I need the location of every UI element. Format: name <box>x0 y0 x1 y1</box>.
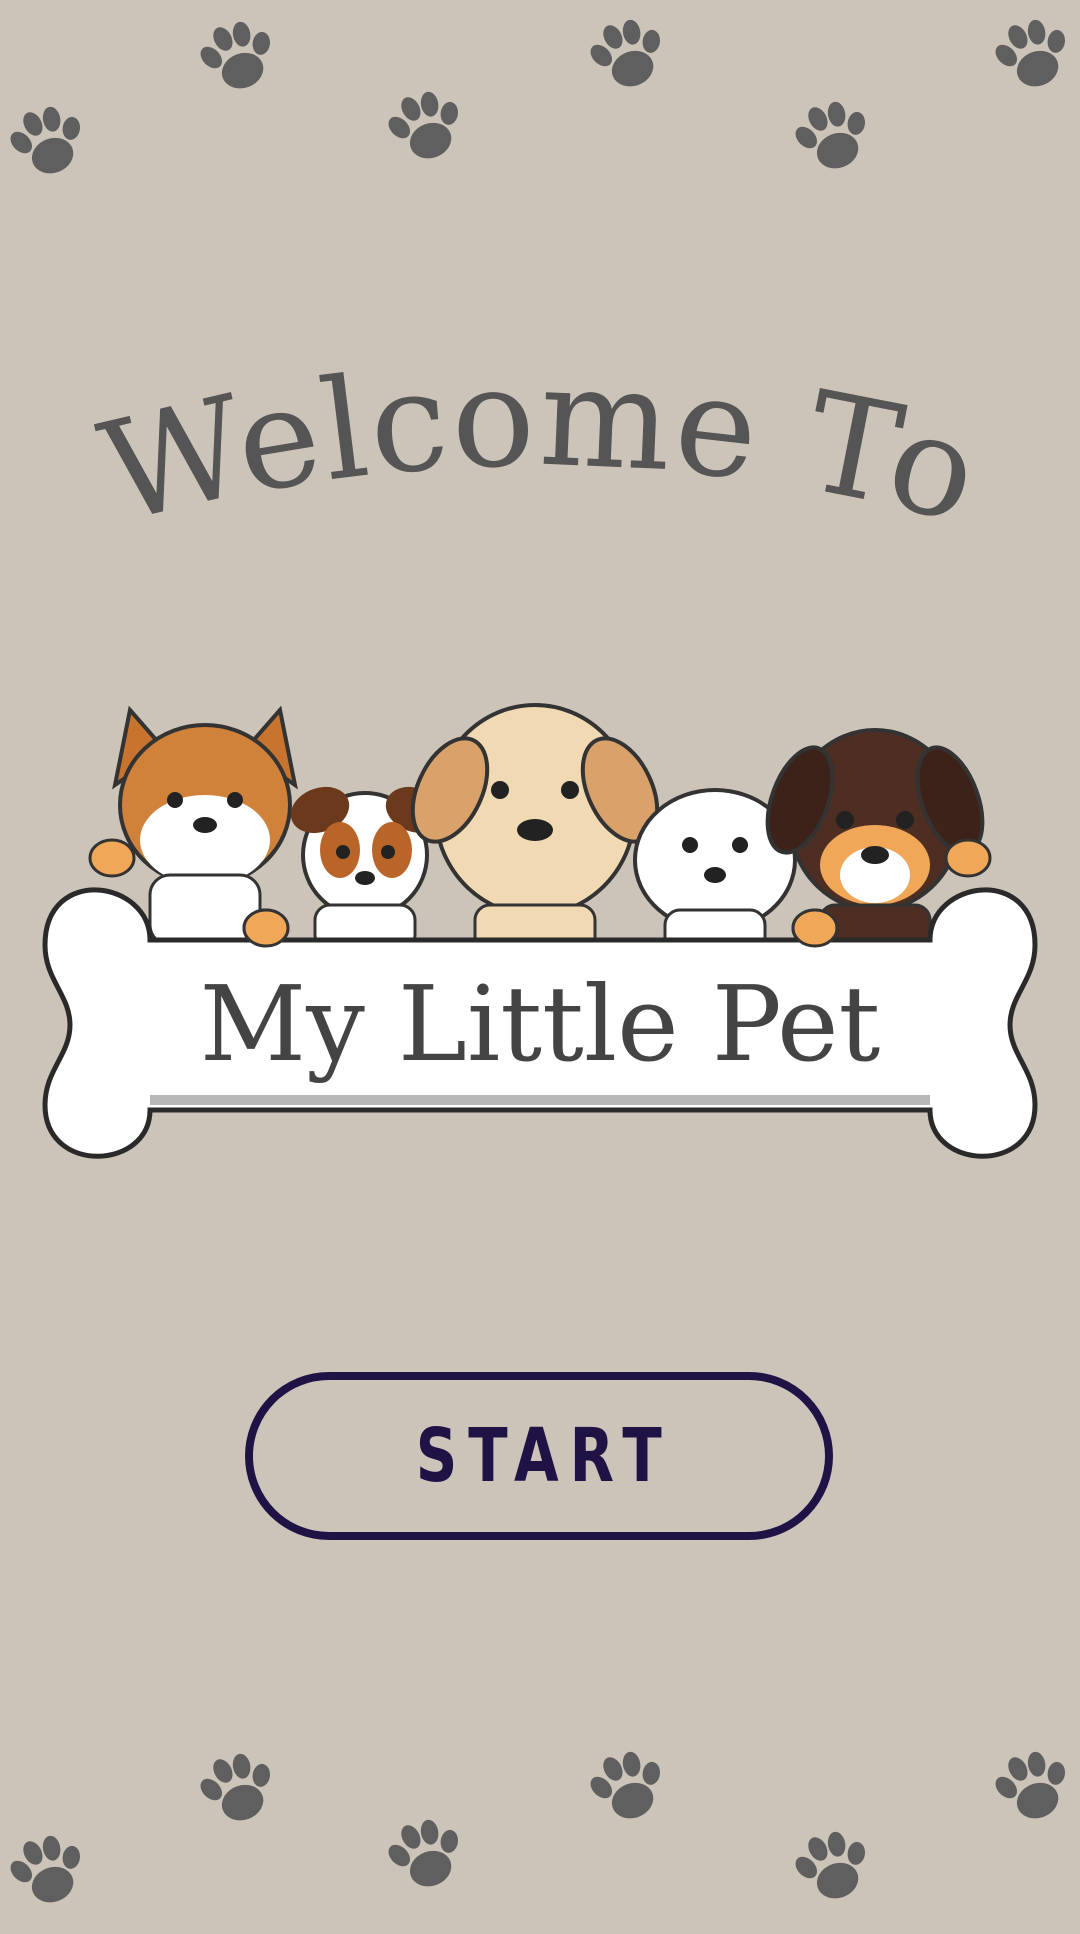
paw-print-icon <box>0 1810 110 1933</box>
paw-print-icon <box>0 81 110 204</box>
paw-print-icon <box>176 1728 299 1851</box>
labrador-dog <box>410 703 660 957</box>
logo: My Little Pet <box>30 690 1050 1190</box>
start-button-label: START <box>415 1413 673 1499</box>
paw-print-icon <box>566 1726 689 1849</box>
paw-print-icon <box>771 1806 894 1929</box>
paw-print-icon <box>566 0 689 118</box>
puppies-on-bone-illustration: My Little Pet <box>42 703 1038 1159</box>
paw-print-icon <box>176 0 299 120</box>
welcome-heading: Welcome To <box>0 340 1080 580</box>
svg-text:Welcome To: Welcome To <box>87 340 995 555</box>
paw-print-icon <box>771 76 894 199</box>
paw-print-icon <box>971 1726 1080 1849</box>
welcome-text: Welcome To <box>87 340 993 555</box>
logo-text: My Little Pet <box>200 963 881 1085</box>
paw-print-icon <box>971 0 1080 118</box>
start-button[interactable]: START <box>245 1372 833 1540</box>
paw-print-icon <box>364 1794 487 1917</box>
paw-print-icon <box>364 66 487 189</box>
